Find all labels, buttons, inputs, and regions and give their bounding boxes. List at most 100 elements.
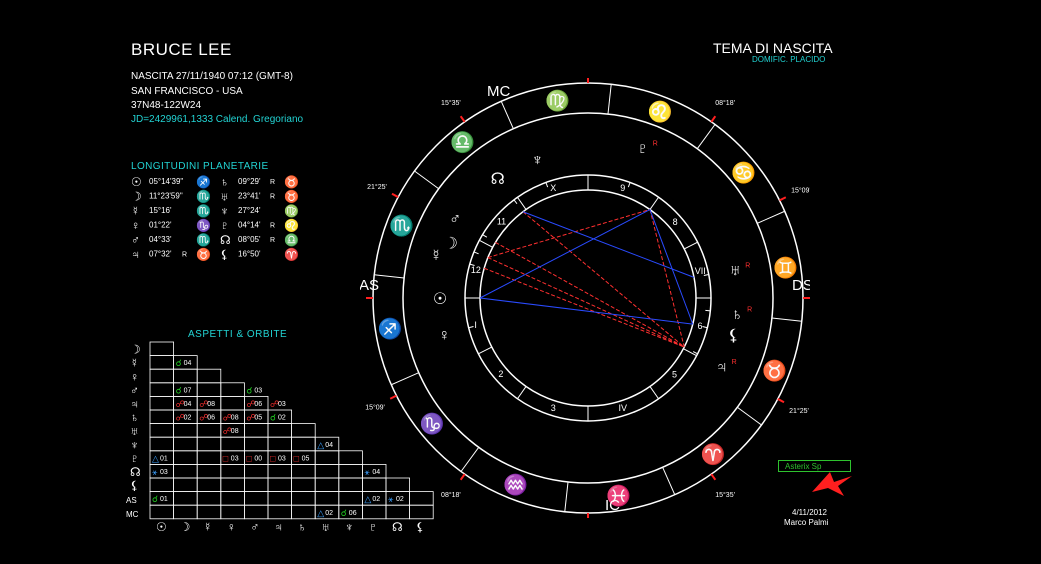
planet-sign: ♏ <box>196 204 211 218</box>
planet-icon: ♀ <box>438 327 450 344</box>
aspect-cell <box>149 355 175 370</box>
aspect-orb: 08 <box>231 415 239 422</box>
house-cusp <box>649 196 659 210</box>
house-cusp <box>649 386 659 400</box>
planet-degree: 04°33' <box>149 235 172 244</box>
house-cusp <box>478 346 492 355</box>
aspect-cell <box>149 409 175 425</box>
house-number: I <box>474 320 477 330</box>
aspect-col-label: ♄ <box>298 520 307 534</box>
aspect-cell <box>196 491 222 506</box>
house-number: X <box>550 183 556 193</box>
planet-glyph: ☉ <box>131 175 142 189</box>
planet-tick <box>702 326 708 329</box>
aspect-row-label: ♅ <box>130 424 139 438</box>
planet-tick <box>692 351 698 355</box>
aspect-cell <box>196 463 222 479</box>
aspect-cell <box>149 504 175 520</box>
aspect-cell <box>220 491 245 506</box>
zodiac-sign-icon: ♎ <box>450 130 475 154</box>
planet-glyph: ☿ <box>131 204 140 218</box>
planet-degree: 09°29' <box>238 177 261 186</box>
aspect-col-label: ☽ <box>180 520 191 534</box>
aspect-row-label: ⚸ <box>130 479 139 493</box>
house-number: 3 <box>551 403 556 413</box>
aspect-cell <box>244 491 269 506</box>
aspect-cell <box>196 436 222 452</box>
planet-icon: ♆ <box>531 152 543 169</box>
sign-boundary <box>757 210 785 224</box>
aspect-cell <box>267 436 293 452</box>
cusp-marker <box>459 473 466 481</box>
sign-boundary <box>391 372 419 386</box>
aspect-row-label: ☊ <box>130 465 141 479</box>
planet-degree: 08°05' <box>238 235 261 244</box>
house-number: 11 <box>497 216 506 226</box>
aspect-orb: 02 <box>278 415 286 422</box>
ascendant-label: AS <box>360 277 379 294</box>
aspect-orb: 05 <box>254 415 262 422</box>
aspect-cell <box>149 341 175 357</box>
planet-glyph: ♄ <box>220 175 229 189</box>
aspect-cell <box>244 463 269 479</box>
aspect-col-label: ♇ <box>368 520 377 534</box>
sign-boundary <box>414 170 440 190</box>
aspect-cell <box>220 504 245 520</box>
planet-tick <box>627 182 631 188</box>
aspect-cell <box>291 477 316 493</box>
aspect-symbol: ☌ <box>246 385 252 395</box>
aspect-cell <box>149 423 175 438</box>
retrograde-mark: R <box>653 141 658 148</box>
cusp-marker <box>779 196 787 202</box>
aspect-cell <box>291 463 316 479</box>
aspect-cell <box>196 477 222 493</box>
aspect-col-label: ☉ <box>156 520 167 534</box>
zodiac-sign-icon: ♌ <box>648 100 673 124</box>
house-cusp <box>517 196 527 210</box>
cusp-marker <box>777 398 785 404</box>
retrograde-mark: R <box>732 359 737 366</box>
zodiac-inner-ring <box>402 112 774 484</box>
print-date: 4/11/2012 <box>792 508 827 517</box>
aspect-cell <box>244 436 269 452</box>
house-number: VII <box>695 266 706 276</box>
house-number: 9 <box>620 183 625 193</box>
natal-wheel: ♐♏♎♍♌♋♊♉♈♓♒♑I21°16'215°09'308°18'IV06°12… <box>360 78 810 518</box>
planet-degree: 11°23'59" <box>149 192 183 201</box>
cusp-degree: 08°18' <box>715 99 735 107</box>
aspect-col-label: ♀ <box>227 520 236 534</box>
planet-glyph: ☽ <box>131 190 142 204</box>
planet-sign: ♐ <box>196 175 211 189</box>
aspect-cell <box>149 396 175 411</box>
planet-degree: 27°24' <box>238 206 261 215</box>
aspect-orb: 01 <box>160 496 168 503</box>
aspect-cell <box>173 491 198 506</box>
aspect-cell <box>338 477 363 493</box>
aspect-cell <box>149 368 175 384</box>
aspect-cell <box>149 436 175 452</box>
aspect-symbol: ⚹ <box>152 467 158 477</box>
aspect-orb: 06 <box>349 510 357 517</box>
aspect-cell <box>244 423 269 438</box>
zodiac-sign-icon: ♈ <box>701 442 726 466</box>
aspect-orb: 04 <box>325 442 333 449</box>
cusp-degree: 15°09' <box>791 186 810 194</box>
planet-retro: R <box>270 194 275 201</box>
aspect-line <box>649 209 685 348</box>
aspect-orb: 03 <box>278 455 286 462</box>
house-number: 2 <box>498 369 503 379</box>
aspect-cell <box>244 504 269 520</box>
aspect-line <box>649 209 694 325</box>
planet-glyph: ♂ <box>131 233 140 247</box>
aspect-row-label: ♀ <box>130 370 139 384</box>
aspect-line <box>495 241 685 348</box>
aspect-cell <box>149 382 175 397</box>
aspect-symbol: △ <box>152 453 159 463</box>
aspect-cell <box>314 477 340 493</box>
planet-icon: ☽ <box>444 236 458 253</box>
aspect-orb: 04 <box>184 360 192 367</box>
aspect-orb: 08 <box>207 401 215 408</box>
cusp-marker <box>459 115 466 123</box>
aspect-cell <box>314 491 340 506</box>
planet-glyph: ♀ <box>131 219 140 233</box>
